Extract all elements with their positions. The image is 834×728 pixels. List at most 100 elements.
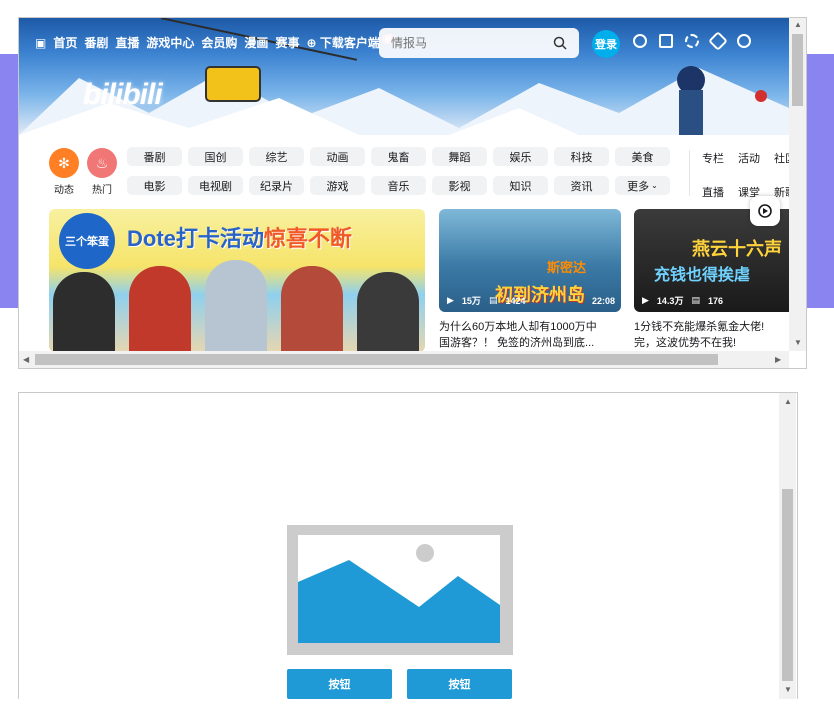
gondola-illustration xyxy=(205,66,261,102)
top-nav: ▣ 首页 番剧 直播 游戏中心 会员购 漫画 赛事 ⊕ 下载客户端新 xyxy=(35,34,395,51)
category-link[interactable]: 专栏 xyxy=(702,150,738,166)
scroll-down-icon[interactable]: ▼ xyxy=(794,338,802,347)
hero-person xyxy=(53,272,115,352)
quick-dynamic-label: 动态 xyxy=(54,185,74,196)
video-stats: ▶ 15万 ▤ 1424 22:08 xyxy=(447,294,615,307)
login-button[interactable]: 登录 xyxy=(592,30,620,58)
duration: 22:08 xyxy=(591,295,615,306)
hero-person xyxy=(281,266,343,352)
category-item[interactable]: 番剧 xyxy=(127,147,182,166)
category-item[interactable]: 音乐 xyxy=(371,176,426,195)
bilibili-logo[interactable]: bilibili xyxy=(83,78,163,112)
tv-icon: ▣ xyxy=(35,35,47,50)
category-item[interactable]: 影视 xyxy=(432,176,487,195)
chevron-down-icon: ⌄ xyxy=(651,181,658,190)
nav-live[interactable]: 直播 xyxy=(115,34,139,51)
vertical-scrollbar[interactable]: ▲ ▼ xyxy=(789,18,806,351)
dynamic-icon[interactable] xyxy=(685,34,699,48)
category-item[interactable]: 舞蹈 xyxy=(432,147,487,166)
scroll-right-icon[interactable]: ▶ xyxy=(775,355,781,364)
category-item[interactable]: 鬼畜 xyxy=(371,147,426,166)
history-icon[interactable] xyxy=(737,34,751,48)
hero-person xyxy=(205,260,267,352)
category-more[interactable]: 更多 ⌄ xyxy=(615,176,670,195)
hero-title-orange: 惊喜不断 xyxy=(263,226,352,251)
horizontal-scrollbar[interactable]: ◀ ▶ xyxy=(19,351,789,368)
nav-home[interactable]: 首页 xyxy=(53,34,77,51)
category-item[interactable]: 科技 xyxy=(554,147,609,166)
category-link[interactable]: 直播 xyxy=(702,184,738,200)
thumb-caption-small: 斯密达 xyxy=(547,260,587,275)
hero-title: Dote打卡活动惊喜不断 xyxy=(127,221,352,253)
primary-button-right[interactable]: 按钮 xyxy=(407,669,512,699)
category-item[interactable]: 电视剧 xyxy=(188,176,243,195)
scrollbar-thumb[interactable] xyxy=(35,354,718,365)
category-link[interactable]: 活动 xyxy=(738,150,774,166)
thumb-caption-small: 充钱也得挨虐 xyxy=(654,267,751,284)
category-item[interactable]: 资讯 xyxy=(554,176,609,195)
video-thumbnail[interactable]: 燕云十六声 充钱也得挨虐 ▶ 14.3万 ▤ 176 xyxy=(634,209,806,312)
scroll-down-icon[interactable]: ▼ xyxy=(784,685,792,694)
scroll-left-icon[interactable]: ◀ xyxy=(23,355,29,364)
video-stats: ▶ 14.3万 ▤ 176 xyxy=(642,294,806,307)
background-band-left xyxy=(0,54,18,308)
category-item[interactable]: 美食 xyxy=(615,147,670,166)
search-input[interactable] xyxy=(389,35,553,51)
message-icon[interactable] xyxy=(659,34,673,48)
category-divider xyxy=(689,150,690,196)
refresh-button[interactable] xyxy=(750,196,780,226)
nav-shop[interactable]: 会员购 xyxy=(201,34,237,51)
download-icon: ⊕ xyxy=(306,36,317,50)
video-title[interactable]: 为什么60万本地人却有1000万中国游客？！ 免签的济州岛到底... xyxy=(439,319,607,351)
quick-dynamic[interactable]: ✻ 动态 xyxy=(49,148,79,196)
danmaku-icon: ▤ xyxy=(691,295,700,305)
category-item[interactable]: 动画 xyxy=(310,147,365,166)
vertical-scrollbar[interactable]: ▲ ▼ xyxy=(779,393,796,699)
category-item[interactable]: 娱乐 xyxy=(493,147,548,166)
pinwheel-icon: ✻ xyxy=(49,148,79,178)
category-grid: 番剧 国创 综艺 动画 鬼畜 舞蹈 娱乐 科技 美食 电影 电视剧 纪录片 游戏… xyxy=(127,147,670,195)
category-item[interactable]: 游戏 xyxy=(310,176,365,195)
thumb-caption: 燕云十六声 xyxy=(692,239,782,259)
category-item[interactable]: 国创 xyxy=(188,147,243,166)
view-count: 14.3万 xyxy=(656,296,684,306)
search-box xyxy=(379,28,579,58)
refresh-icon xyxy=(758,204,772,218)
nav-manga[interactable]: 漫画 xyxy=(244,34,268,51)
category-item[interactable]: 知识 xyxy=(493,176,548,195)
scrollbar-thumb[interactable] xyxy=(792,34,803,106)
placeholder-canvas xyxy=(298,535,500,643)
bilibili-frame: bilibili ▣ 首页 番剧 直播 游戏中心 会员购 漫画 赛事 ⊕ 下载客… xyxy=(18,17,807,369)
category-item[interactable]: 综艺 xyxy=(249,147,304,166)
quick-hot[interactable]: ♨ 热门 xyxy=(87,148,117,196)
scroll-up-icon[interactable]: ▲ xyxy=(794,20,802,29)
scroll-up-icon[interactable]: ▲ xyxy=(784,397,792,406)
video-card[interactable]: 燕云十六声 充钱也得挨虐 ▶ 14.3万 ▤ 176 1分钱不充能爆杀氪金大佬! 完… xyxy=(634,209,806,351)
video-title[interactable]: 1分钱不充能爆杀氪金大佬! 完，这波优势不在我! xyxy=(634,319,786,351)
video-thumbnail[interactable]: 斯密达 初到济州岛 ▶ 15万 ▤ 1424 22:08 xyxy=(439,209,621,312)
hero-person xyxy=(129,266,191,352)
flame-icon: ♨ xyxy=(87,148,117,178)
video-card[interactable]: 斯密达 初到济州岛 ▶ 15万 ▤ 1424 22:08 为什么60万本地人却有10… xyxy=(439,209,621,351)
hero-person xyxy=(357,272,419,352)
play-icon: ▶ xyxy=(642,295,649,305)
vip-icon[interactable] xyxy=(633,34,647,48)
nav-anime[interactable]: 番剧 xyxy=(84,34,108,51)
primary-button-left[interactable]: 按钮 xyxy=(287,669,392,699)
nav-events[interactable]: 赛事 xyxy=(275,34,299,51)
scrollbar-thumb[interactable] xyxy=(782,489,793,681)
hero-carousel[interactable]: 三个笨蛋 Dote打卡活动惊喜不断 xyxy=(49,209,425,352)
quick-hot-label: 热门 xyxy=(92,185,112,196)
favorite-icon[interactable] xyxy=(708,31,728,51)
search-icon[interactable] xyxy=(553,36,567,50)
category-item[interactable]: 纪录片 xyxy=(249,176,304,195)
danmaku-count: 1424 xyxy=(505,295,526,306)
placeholder-frame: 按钮 按钮 ▲ ▼ xyxy=(18,392,798,699)
category-more-label: 更多 xyxy=(627,180,650,193)
view-count: 15万 xyxy=(461,296,481,306)
nav-game-center[interactable]: 游戏中心 xyxy=(146,34,194,51)
play-icon: ▶ xyxy=(447,295,454,305)
category-item[interactable]: 电影 xyxy=(127,176,182,195)
image-placeholder-icon xyxy=(287,525,513,655)
danmaku-count: 176 xyxy=(707,295,723,306)
